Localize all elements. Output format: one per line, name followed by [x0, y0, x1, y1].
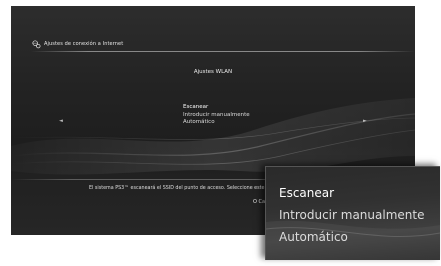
- zoom-option-automatico[interactable]: Automático: [279, 226, 424, 248]
- nav-left-arrow-icon[interactable]: ◄: [59, 118, 63, 124]
- status-message: El sistema PS3™ escaneará el SSID del pu…: [89, 186, 265, 191]
- header-divider: [31, 51, 415, 52]
- zoom-option-escanear[interactable]: Escanear: [279, 182, 424, 204]
- options-menu: Escanear Introducir manualmente Automáti…: [183, 104, 250, 127]
- nav-right-arrow-icon[interactable]: ►: [363, 118, 367, 124]
- zoom-options-menu: Escanear Introducir manualmente Automáti…: [279, 182, 424, 248]
- page-header: Ajustes de conexión a Internet: [32, 39, 123, 49]
- button-hint-label: O Ca: [253, 199, 266, 205]
- section-title: Ajustes WLAN: [193, 69, 233, 75]
- option-escanear[interactable]: Escanear: [183, 104, 250, 112]
- button-hint: O Ca: [253, 199, 265, 205]
- page-title: Ajustes de conexión a Internet: [44, 41, 124, 47]
- option-introducir-manualmente[interactable]: Introducir manualmente: [183, 112, 250, 120]
- zoom-callout: Escanear Introducir manualmente Automáti…: [265, 166, 440, 260]
- zoom-option-introducir-manualmente[interactable]: Introducir manualmente: [279, 204, 424, 226]
- option-automatico[interactable]: Automático: [183, 119, 250, 127]
- globe-settings-icon: [32, 39, 41, 48]
